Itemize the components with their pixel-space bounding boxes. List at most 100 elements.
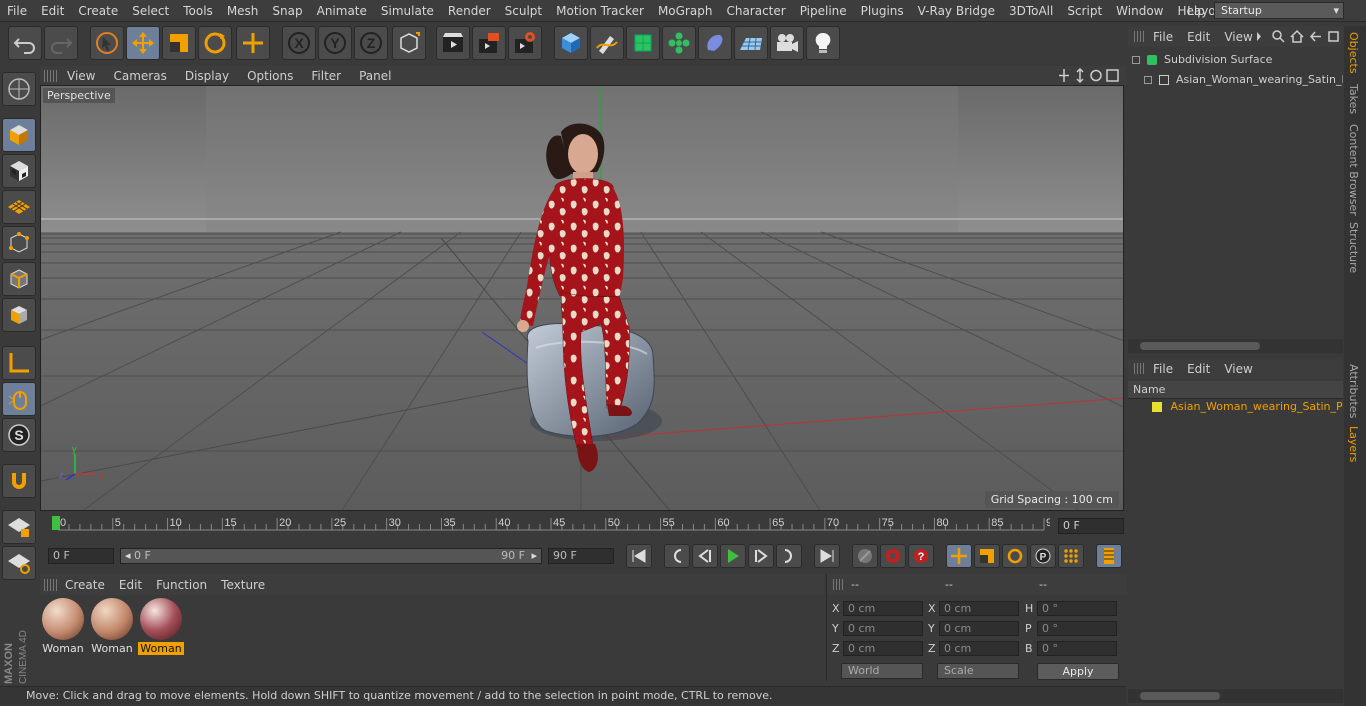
rotate-icon[interactable] xyxy=(198,26,232,60)
locked-workplane-icon[interactable] xyxy=(2,510,36,544)
menu-snap[interactable]: Snap xyxy=(265,0,309,22)
timeline-ruler[interactable]: 0 5 10 15 20 25 30 35 40 45 50 55 60 65 70 75 80 85 90 0 F xyxy=(40,512,1126,542)
camera-icon[interactable] xyxy=(770,26,804,60)
viewport-menu-panel[interactable]: Panel xyxy=(350,69,400,83)
scale-icon[interactable] xyxy=(162,26,196,60)
layer-menu-edit[interactable]: Edit xyxy=(1180,362,1217,376)
coord-pos-x-field[interactable]: 0 cm xyxy=(843,601,923,616)
coord-size-x-field[interactable]: 0 cm xyxy=(939,601,1019,616)
last-tool-icon[interactable] xyxy=(236,26,270,60)
menu-3dtoall[interactable]: 3DToAll xyxy=(1002,0,1060,22)
object-menu-edit[interactable]: Edit xyxy=(1180,30,1217,44)
coord-rot-b-field[interactable]: 0 ° xyxy=(1037,641,1117,656)
deformer-icon[interactable] xyxy=(698,26,732,60)
menu-plugins[interactable]: Plugins xyxy=(854,0,911,22)
start-frame-field[interactable]: 0 F xyxy=(48,548,114,564)
layout-select[interactable]: Startup xyxy=(1214,2,1344,19)
key-pla-icon[interactable] xyxy=(1058,544,1084,568)
layer-menu-file[interactable]: File xyxy=(1146,362,1180,376)
keyframe-selection-icon[interactable]: ? xyxy=(908,544,934,568)
viewport-camera-label[interactable]: Perspective xyxy=(43,88,115,103)
light-icon[interactable] xyxy=(806,26,840,60)
size-mode-dropdown[interactable]: Scale xyxy=(937,663,1019,679)
planar-workplane-icon[interactable] xyxy=(2,546,36,580)
axis-mode-icon[interactable] xyxy=(2,346,36,380)
3d-viewport[interactable]: y x z Perspective Grid Spacing : 100 cm xyxy=(40,85,1124,511)
range-left-arrow-icon[interactable]: ◂ xyxy=(125,549,131,562)
layer-panel-grip-icon[interactable] xyxy=(1134,363,1146,374)
range-right-arrow-icon[interactable]: ▸ xyxy=(531,549,537,563)
tree-collapse-icon[interactable] xyxy=(1132,56,1140,64)
key-scale-icon[interactable] xyxy=(974,544,1000,568)
previous-key-icon[interactable] xyxy=(664,544,690,568)
layer-manager-scrollbar[interactable] xyxy=(1128,689,1343,703)
tweak-mode-icon[interactable] xyxy=(2,382,36,416)
object-row-subdivision-surface[interactable]: Subdivision Surface xyxy=(1128,50,1343,70)
material-swatch[interactable]: Woman xyxy=(89,598,135,655)
y-axis-icon[interactable]: Y xyxy=(318,26,352,60)
object-manager-tool-icons[interactable] xyxy=(1255,29,1341,44)
menu-window[interactable]: Window xyxy=(1109,0,1170,22)
tab-attributes[interactable]: Attributes xyxy=(1347,364,1360,418)
layer-color-icon[interactable] xyxy=(1152,402,1162,412)
frame-range-slider[interactable]: ◂ 0 F 90 F ▸ xyxy=(120,548,542,564)
cloner-icon[interactable] xyxy=(662,26,696,60)
coord-rot-p-field[interactable]: 0 ° xyxy=(1037,621,1117,636)
undo-icon[interactable] xyxy=(8,26,42,60)
play-forward-icon[interactable] xyxy=(720,544,746,568)
go-to-start-icon[interactable] xyxy=(626,544,652,568)
material-panel-grip-icon[interactable] xyxy=(44,578,58,591)
scrollbar-thumb[interactable] xyxy=(1140,692,1220,700)
tab-structure[interactable]: Structure xyxy=(1347,222,1360,273)
coord-size-y-field[interactable]: 0 cm xyxy=(939,621,1019,636)
workplane-icon[interactable] xyxy=(2,190,36,224)
timeline-icon[interactable] xyxy=(1096,544,1122,568)
object-menu-file[interactable]: File xyxy=(1146,30,1180,44)
next-frame-icon[interactable] xyxy=(748,544,774,568)
object-row-woman-mesh[interactable]: Asian_Woman_wearing_Satin_Pij xyxy=(1128,70,1343,90)
solo-icon[interactable]: S xyxy=(2,418,36,452)
menu-tools[interactable]: Tools xyxy=(176,0,220,22)
coord-pos-z-field[interactable]: 0 cm xyxy=(843,641,923,656)
polygons-mode-icon[interactable] xyxy=(2,298,36,332)
menu-vray-bridge[interactable]: V-Ray Bridge xyxy=(911,0,1002,22)
floor-icon[interactable] xyxy=(734,26,768,60)
move-icon[interactable] xyxy=(126,26,160,60)
coordinates-grip-icon[interactable] xyxy=(833,579,845,590)
menu-mograph[interactable]: MoGraph xyxy=(651,0,720,22)
coord-size-z-field[interactable]: 0 cm xyxy=(939,641,1019,656)
edit-render-settings-icon[interactable] xyxy=(508,26,542,60)
previous-frame-icon[interactable] xyxy=(692,544,718,568)
material-menu-create[interactable]: Create xyxy=(58,578,112,592)
texture-mode-icon[interactable] xyxy=(2,154,36,188)
object-menu-view[interactable]: View xyxy=(1217,30,1259,44)
autokeying-icon[interactable] xyxy=(880,544,906,568)
layer-row[interactable]: Asian_Woman_wearing_Satin_Pija xyxy=(1128,397,1343,417)
viewport-nav-icons[interactable] xyxy=(1058,68,1122,83)
viewport-menu-options[interactable]: Options xyxy=(238,69,302,83)
record-keys-icon[interactable] xyxy=(852,544,878,568)
panel-grip-icon[interactable] xyxy=(44,69,58,82)
menu-character[interactable]: Character xyxy=(719,0,792,22)
menu-render[interactable]: Render xyxy=(441,0,498,22)
viewport-menu-cameras[interactable]: Cameras xyxy=(104,69,175,83)
material-menu-function[interactable]: Function xyxy=(149,578,214,592)
end-frame-field[interactable]: 90 F xyxy=(548,548,614,564)
go-to-end-icon[interactable] xyxy=(814,544,840,568)
subdivision-icon[interactable] xyxy=(626,26,660,60)
menu-animate[interactable]: Animate xyxy=(310,0,374,22)
cube-icon[interactable] xyxy=(554,26,588,60)
material-swatch[interactable]: Woman xyxy=(40,598,86,655)
menu-create[interactable]: Create xyxy=(71,0,125,22)
coordinate-system-icon[interactable] xyxy=(392,26,426,60)
points-mode-icon[interactable] xyxy=(2,226,36,260)
scrollbar-thumb[interactable] xyxy=(1140,342,1260,350)
material-menu-edit[interactable]: Edit xyxy=(112,578,149,592)
object-panel-grip-icon[interactable] xyxy=(1134,31,1146,42)
pen-icon[interactable] xyxy=(590,26,624,60)
menu-edit[interactable]: Edit xyxy=(34,0,71,22)
z-axis-icon[interactable]: Z xyxy=(354,26,388,60)
viewport-menu-filter[interactable]: Filter xyxy=(302,69,350,83)
key-rotation-icon[interactable] xyxy=(1002,544,1028,568)
menu-mesh[interactable]: Mesh xyxy=(220,0,266,22)
